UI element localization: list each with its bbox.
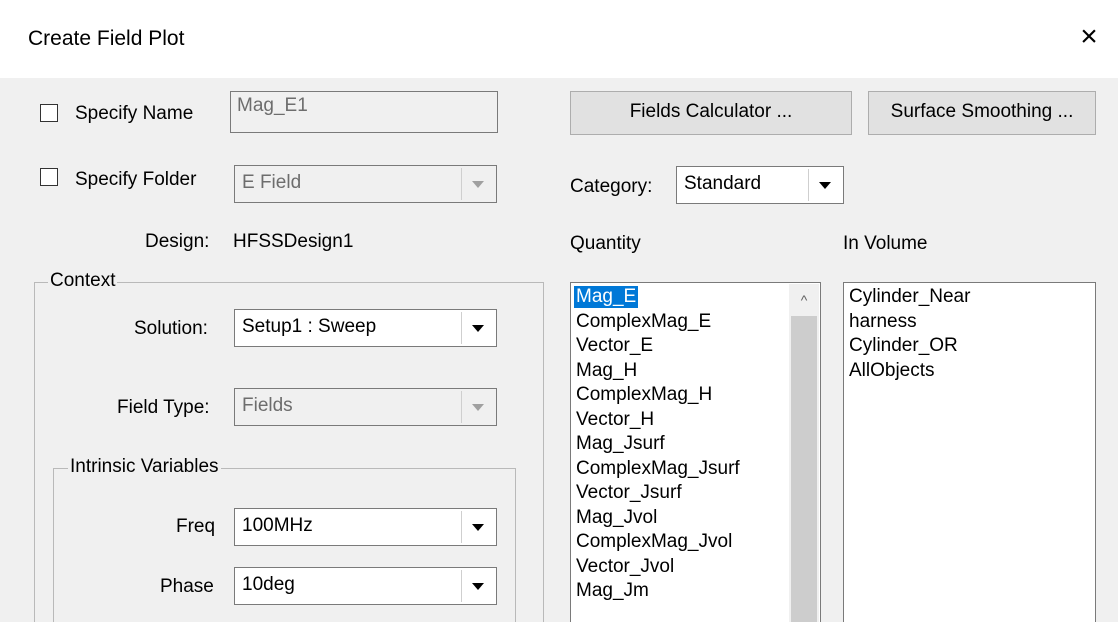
quantity-list-item[interactable]: Mag_H <box>574 360 639 382</box>
in-volume-list-item[interactable]: harness <box>847 311 919 333</box>
phase-value: 10deg <box>242 574 295 595</box>
specify-name-checkbox[interactable] <box>40 104 58 122</box>
quantity-list-item[interactable]: ComplexMag_Jvol <box>574 531 734 553</box>
in-volume-list[interactable]: Cylinder_Nearharness Cylinder_OR AllObject… <box>843 282 1096 622</box>
solution-value: Setup1 : Sweep <box>242 316 377 337</box>
quantity-list-item[interactable]: Mag_Jsurf <box>574 433 667 455</box>
specify-folder-checkbox[interactable] <box>40 168 58 186</box>
scroll-up-icon[interactable]: ^ <box>789 284 819 314</box>
category-dropdown[interactable]: Standard <box>676 166 844 204</box>
specify-folder-label: Specify Folder <box>75 169 197 190</box>
specify-name-label: Specify Name <box>75 103 194 124</box>
specify-folder-dropdown[interactable]: E Field <box>234 165 497 203</box>
chevron-down-icon[interactable] <box>808 169 841 201</box>
fields-calculator-button[interactable]: Fields Calculator ... <box>570 91 852 135</box>
quantity-list-item[interactable]: ComplexMag_H <box>574 384 714 406</box>
field-type-value: Fields <box>242 395 293 416</box>
create-field-plot-dialog: Create Field Plot × Specify Name Mag_E1 … <box>0 0 1118 622</box>
chevron-down-icon[interactable] <box>461 511 494 543</box>
chevron-down-icon[interactable] <box>461 391 494 423</box>
phase-label: Phase <box>160 576 214 597</box>
category-label: Category: <box>570 176 653 197</box>
quantity-scrollbar[interactable]: ^ <box>789 284 819 622</box>
freq-dropdown[interactable]: 100MHz <box>234 508 497 546</box>
scrollbar-thumb[interactable] <box>791 316 817 622</box>
in-volume-list-item[interactable]: Cylinder_OR <box>847 335 960 357</box>
in-volume-list-item[interactable]: AllObjects <box>847 360 937 382</box>
chevron-down-icon[interactable] <box>461 312 494 344</box>
quantity-list-item[interactable]: ComplexMag_E <box>574 311 713 333</box>
specify-folder-value: E Field <box>242 172 302 193</box>
quantity-list-item[interactable]: Vector_Jsurf <box>574 482 684 504</box>
quantity-list-item[interactable]: Mag_E <box>574 286 639 308</box>
context-legend: Context <box>48 270 118 292</box>
quantity-list-item[interactable]: Mag_Jm <box>574 580 651 602</box>
category-value: Standard <box>684 173 762 194</box>
field-type-label: Field Type: <box>117 397 210 418</box>
quantity-list-item[interactable]: Vector_Jvol <box>574 556 676 578</box>
quantity-list-item[interactable]: Vector_E <box>574 335 655 357</box>
title-bar: Create Field Plot × <box>0 0 1118 78</box>
specify-name-field[interactable]: Mag_E1 <box>230 91 498 133</box>
quantity-list-item[interactable]: ComplexMag_Jsurf <box>574 458 742 480</box>
close-icon[interactable]: × <box>1072 20 1106 54</box>
design-label: Design: <box>145 231 210 252</box>
in-volume-list-item[interactable]: Cylinder_Near <box>847 286 972 308</box>
solution-label: Solution: <box>134 318 208 339</box>
quantity-label: Quantity <box>570 233 641 254</box>
solution-dropdown[interactable]: Setup1 : Sweep <box>234 309 497 347</box>
chevron-down-icon[interactable] <box>461 570 494 602</box>
quantity-list[interactable]: Mag_E ComplexMag_E Vector_E Mag_H ComplexMag… <box>570 282 821 622</box>
quantity-list-item[interactable]: Mag_Jvol <box>574 507 659 529</box>
phase-dropdown[interactable]: 10deg <box>234 567 497 605</box>
freq-label: Freq <box>176 516 216 537</box>
in-volume-label: In Volume <box>843 233 928 254</box>
dialog-title: Create Field Plot <box>28 27 185 50</box>
chevron-down-icon[interactable] <box>461 168 494 200</box>
quantity-list-item[interactable]: Vector_H <box>574 409 656 431</box>
field-type-dropdown[interactable]: Fields <box>234 388 497 426</box>
intrinsic-variables-legend: Intrinsic Variables <box>68 456 221 478</box>
surface-smoothing-button[interactable]: Surface Smoothing ... <box>868 91 1096 135</box>
design-value: HFSSDesign1 <box>233 231 354 252</box>
freq-value: 100MHz <box>242 515 313 536</box>
